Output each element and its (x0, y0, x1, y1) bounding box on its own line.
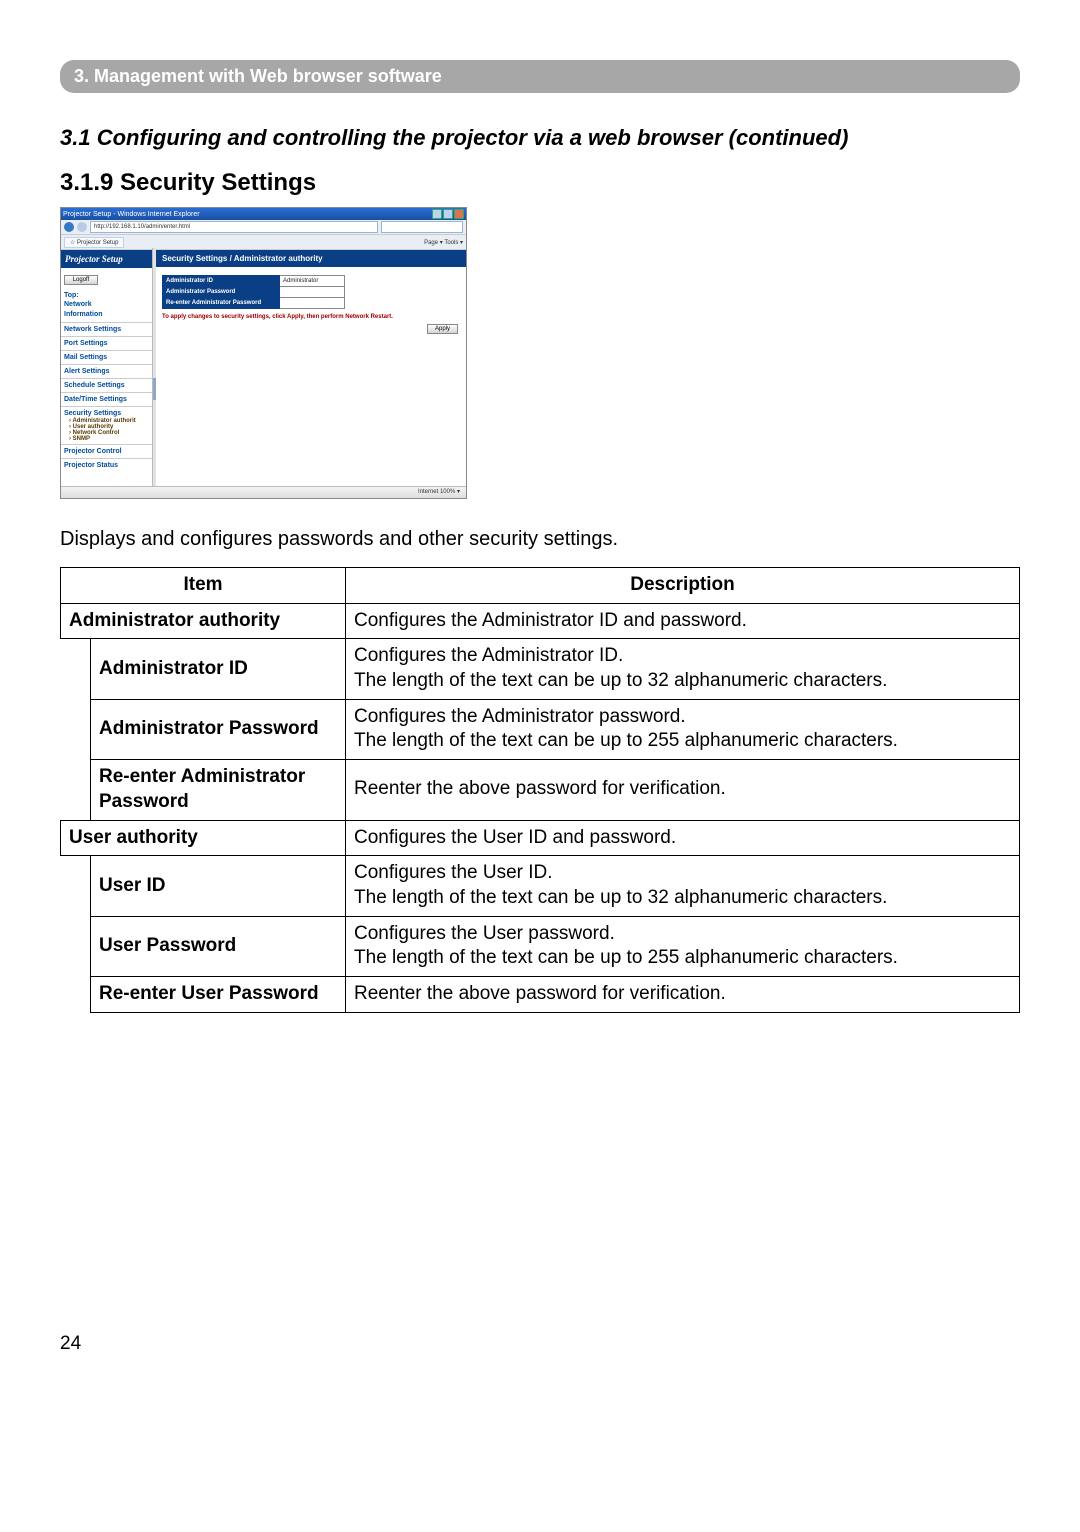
chapter-header: 3. Management with Web browser software (60, 60, 1020, 93)
desc-admin-authority: Configures the Administrator ID and pass… (346, 603, 1020, 639)
table-row: User ID Configures the User ID. The leng… (61, 856, 1020, 916)
search-box[interactable] (381, 221, 463, 233)
sidebar-item-network-settings[interactable]: Network Settings (61, 325, 156, 334)
browser-tab[interactable]: ☆ Projector Setup (64, 237, 124, 248)
item-admin-pw2: Re-enter Administrator Password (91, 760, 346, 820)
item-user-id: User ID (91, 856, 346, 916)
table-row: User Password Configures the User passwo… (61, 916, 1020, 976)
table-row: Administrator authority Configures the A… (61, 603, 1020, 639)
sidebar-top-group: Top: Network Information (61, 290, 156, 320)
browser-statusbar: Internet 100% ▾ (61, 486, 466, 498)
desc-user-id: Configures the User ID. The length of th… (346, 856, 1020, 916)
screenshot-main: Security Settings / Administrator author… (156, 250, 466, 489)
sidebar-item-mail-settings[interactable]: Mail Settings (61, 353, 156, 362)
table-header-row: Item Description (61, 568, 1020, 604)
item-admin-pw: Administrator Password (91, 699, 346, 759)
table-row: Re-enter Administrator Password Reenter … (61, 760, 1020, 820)
intro-text: Displays and configures passwords and ot… (60, 525, 1020, 553)
page-number: 24 (60, 1333, 1020, 1355)
sidebar-item-security-settings[interactable]: Security Settings (61, 409, 156, 418)
form-label-admin-pw: Administrator Password (163, 287, 280, 298)
table-row: User authority Configures the User ID an… (61, 820, 1020, 856)
desc-user-pw: Configures the User password. The length… (346, 916, 1020, 976)
desc-admin-pw: Configures the Administrator password. T… (346, 699, 1020, 759)
form-input-admin-id[interactable]: Administrator (280, 276, 345, 287)
section-title: 3.1 Configuring and controlling the proj… (60, 125, 1020, 151)
sidebar-item-alert-settings[interactable]: Alert Settings (61, 367, 156, 376)
item-user-authority: User authority (61, 820, 346, 856)
item-admin-authority: Administrator authority (61, 603, 346, 639)
tab-label: Projector Setup (77, 240, 118, 246)
security-form: Administrator ID Administrator Administr… (162, 275, 345, 309)
desc-user-authority: Configures the User ID and password. (346, 820, 1020, 856)
sidebar-item-projector-control[interactable]: Projector Control (61, 447, 156, 456)
desc-user-pw2: Reenter the above password for verificat… (346, 976, 1020, 1012)
window-buttons (432, 209, 464, 219)
desc-admin-id: Configures the Administrator ID. The len… (346, 639, 1020, 699)
browser-address-row: http://192.168.1.10/admin/enter.html (61, 220, 466, 235)
form-label-admin-id: Administrator ID (163, 276, 280, 287)
forward-icon[interactable] (77, 222, 87, 232)
desc-admin-pw2: Reenter the above password for verificat… (346, 760, 1020, 820)
indent-cell (61, 639, 91, 820)
sidebar-sub-snmp[interactable]: › SNMP (61, 436, 156, 442)
panel-header: Security Settings / Administrator author… (156, 250, 466, 267)
sidebar-item-projector-status[interactable]: Projector Status (61, 461, 156, 470)
sidebar-brand: Projector Setup (61, 250, 156, 268)
apply-note: To apply changes to security settings, c… (162, 314, 460, 320)
sidebar-item-schedule-settings[interactable]: Schedule Settings (61, 381, 156, 390)
item-admin-id: Administrator ID (91, 639, 346, 699)
screenshot-sidebar: Projector Setup Logoff Top: Network Info… (61, 250, 156, 489)
toolbar-right: Page ▾ Tools ▾ (424, 239, 463, 246)
form-input-admin-pw[interactable] (280, 287, 345, 298)
url-box[interactable]: http://192.168.1.10/admin/enter.html (90, 221, 378, 233)
th-description: Description (346, 568, 1020, 604)
table-row: Re-enter User Password Reenter the above… (61, 976, 1020, 1012)
table-row: Administrator ID Configures the Administ… (61, 639, 1020, 699)
indent-cell (61, 856, 91, 1012)
table-row: Administrator Password Configures the Ad… (61, 699, 1020, 759)
sidebar-item-port-settings[interactable]: Port Settings (61, 339, 156, 348)
form-input-admin-pw2[interactable] (280, 298, 345, 309)
sidebar-item-datetime-settings[interactable]: Date/Time Settings (61, 395, 156, 404)
browser-tab-row: ☆ Projector Setup Page ▾ Tools ▾ (61, 235, 466, 250)
back-icon[interactable] (64, 222, 74, 232)
item-user-pw: User Password (91, 916, 346, 976)
subsection-title: 3.1.9 Security Settings (60, 169, 1020, 197)
form-label-admin-pw2: Re-enter Administrator Password (163, 298, 280, 309)
item-user-pw2: Re-enter User Password (91, 976, 346, 1012)
window-titlebar: Projector Setup - Windows Internet Explo… (61, 208, 466, 220)
settings-table: Item Description Administrator authority… (60, 567, 1020, 1013)
window-title: Projector Setup - Windows Internet Explo… (63, 211, 200, 218)
logoff-button[interactable]: Logoff (64, 275, 98, 285)
embedded-screenshot: Projector Setup - Windows Internet Explo… (60, 207, 467, 499)
th-item: Item (61, 568, 346, 604)
apply-button[interactable]: Apply (427, 324, 458, 334)
